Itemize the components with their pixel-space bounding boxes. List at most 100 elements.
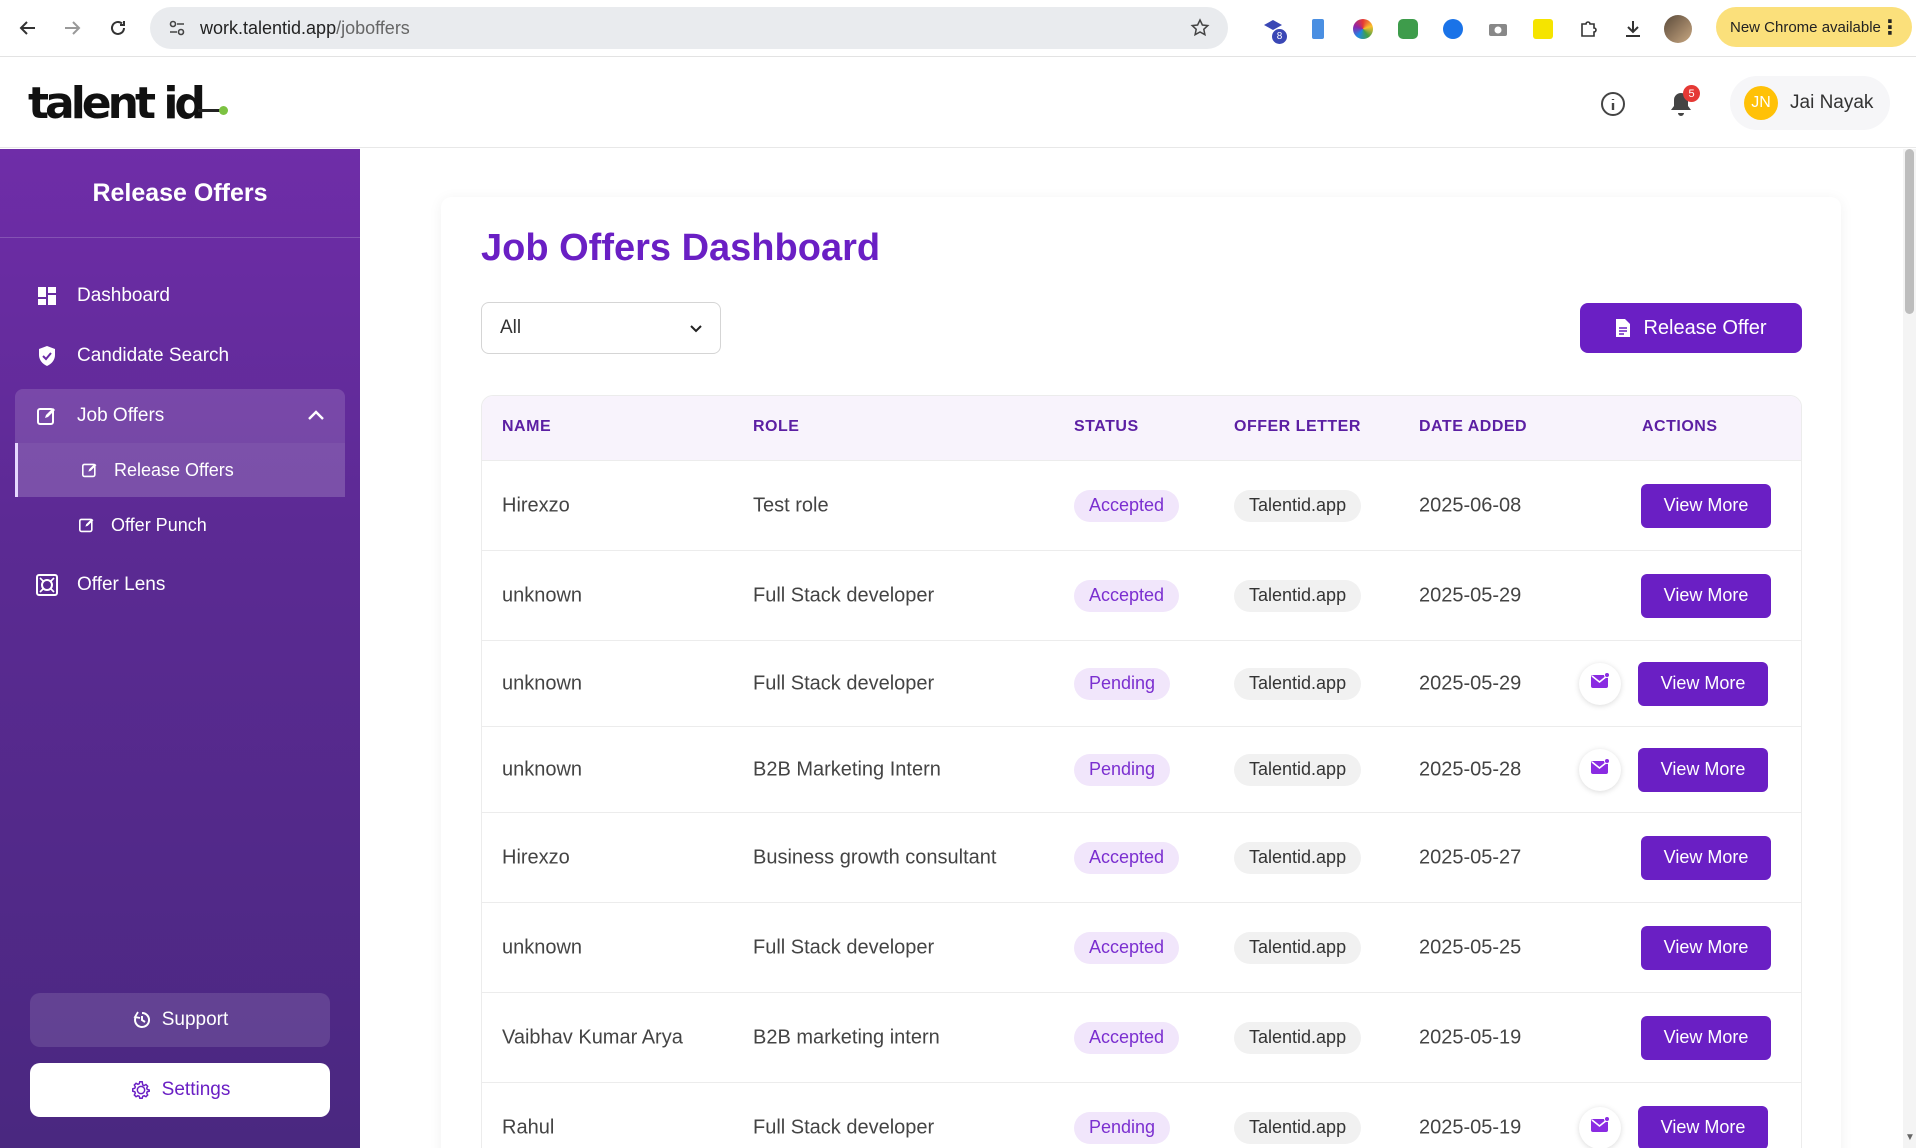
bell-icon[interactable]: 5 — [1664, 85, 1700, 121]
settings-button[interactable]: Settings — [30, 1063, 330, 1117]
address-bar[interactable]: work.talentid.app/joboffers — [150, 7, 1228, 49]
extension-badge: 8 — [1272, 29, 1287, 44]
cell-role: B2B Marketing Intern — [753, 758, 941, 780]
cell-date-added: 2025-05-29 — [1419, 672, 1522, 694]
cell-role: B2B marketing intern — [753, 1026, 940, 1048]
status-badge: Accepted — [1074, 931, 1180, 964]
reload-icon[interactable] — [96, 6, 140, 50]
view-more-button[interactable]: View More — [1641, 835, 1771, 880]
offer-letter-badge[interactable]: Talentid.app — [1234, 1021, 1362, 1054]
user-menu[interactable]: JN Jai Nayak — [1730, 76, 1890, 130]
mail-icon — [1590, 672, 1610, 695]
sidebar-item-label: Offer Lens — [77, 574, 166, 595]
job-offers-table: NAME ROLE STATUS OFFER LETTER DATE ADDED… — [481, 395, 1802, 1148]
table-row: Hirexzo Business growth consultant Accepte… — [482, 812, 1801, 902]
offer-letter-badge[interactable]: Talentid.app — [1234, 931, 1362, 964]
table-row: unknown Full Stack developer Accepted Talen… — [482, 902, 1801, 992]
extension-colorwheel-icon[interactable] — [1340, 12, 1385, 46]
forward-icon[interactable] — [50, 6, 94, 50]
view-more-button[interactable]: View More — [1641, 483, 1771, 528]
camera-icon[interactable] — [1475, 12, 1520, 46]
view-more-button[interactable]: View More — [1641, 573, 1771, 618]
extension-asterisk-icon[interactable] — [1520, 12, 1565, 46]
status-badge: Accepted — [1074, 579, 1180, 612]
edit-icon — [35, 404, 59, 428]
cell-name: Hirexzo — [502, 846, 570, 868]
view-more-button[interactable]: View More — [1638, 1105, 1768, 1148]
status-badge: Accepted — [1074, 489, 1180, 522]
view-more-button[interactable]: View More — [1641, 1015, 1771, 1060]
mail-icon — [1590, 758, 1610, 781]
support-label: Support — [161, 1009, 229, 1030]
info-icon[interactable] — [1596, 87, 1630, 121]
user-name: Jai Nayak — [1790, 92, 1874, 113]
offer-letter-badge[interactable]: Talentid.app — [1234, 667, 1362, 700]
offer-letter-badge[interactable]: Talentid.app — [1234, 489, 1362, 522]
sidebar-item-offer-lens[interactable]: Offer Lens — [15, 558, 345, 612]
profile-avatar-icon[interactable] — [1655, 12, 1700, 46]
offer-letter-badge[interactable]: Talentid.app — [1234, 579, 1362, 612]
offer-letter-badge[interactable]: Talentid.app — [1234, 841, 1362, 874]
chrome-update-button[interactable]: New Chrome available ⋮ — [1716, 7, 1912, 47]
scroll-down-arrow-icon[interactable]: ▼ — [1904, 1132, 1916, 1144]
sidebar-item-label: Offer Punch — [111, 514, 207, 535]
table-row: unknown Full Stack developer Accepted Talen… — [482, 550, 1801, 640]
view-more-button[interactable]: View More — [1638, 747, 1768, 792]
status-badge: Accepted — [1074, 841, 1180, 874]
release-offer-button[interactable]: Release Offer — [1580, 303, 1802, 353]
sidebar: Release Offers Dashboard Candidate Searc… — [0, 149, 360, 1148]
mail-icon — [1590, 1116, 1610, 1139]
send-reminder-button[interactable] — [1579, 1106, 1621, 1148]
back-icon[interactable] — [6, 6, 50, 50]
extensions-bar: 8 — [1250, 12, 1700, 46]
page-title: Job Offers Dashboard — [481, 227, 881, 269]
sidebar-item-candidate-search[interactable]: Candidate Search — [15, 329, 345, 383]
edit-icon — [80, 460, 100, 480]
edit-icon — [77, 515, 97, 535]
table-row: unknown Full Stack developer Pending Talent… — [482, 640, 1801, 726]
kebab-menu-icon[interactable]: ⋮ — [1880, 15, 1900, 40]
status-filter-select[interactable]: All — [481, 302, 721, 354]
talentid-logo[interactable]: talent id — [28, 78, 228, 129]
sidebar-item-job-offers[interactable]: Job Offers — [15, 389, 345, 443]
shield-icon — [35, 344, 59, 368]
bookmark-star-icon[interactable] — [1188, 16, 1212, 40]
extension-stack-icon[interactable]: 8 — [1250, 12, 1295, 46]
status-badge: Pending — [1074, 667, 1171, 700]
cell-date-added: 2025-05-27 — [1419, 846, 1522, 868]
view-more-button[interactable]: View More — [1638, 661, 1768, 706]
scrollbar-thumb[interactable] — [1905, 149, 1914, 314]
filter-value: All — [500, 317, 522, 338]
extension-robot-icon[interactable] — [1385, 12, 1430, 46]
lens-icon — [35, 573, 59, 597]
extension-c-icon[interactable] — [1430, 12, 1475, 46]
offer-letter-badge[interactable]: Talentid.app — [1234, 753, 1362, 786]
url-text: work.talentid.app/joboffers — [200, 17, 410, 38]
cell-name: unknown — [502, 758, 583, 780]
chevron-up-icon[interactable] — [307, 405, 325, 427]
support-button[interactable]: Support — [30, 993, 330, 1047]
column-header-status: STATUS — [1074, 418, 1139, 435]
cell-role: Full Stack developer — [753, 584, 935, 606]
sidebar-item-offer-punch[interactable]: Offer Punch — [15, 498, 345, 552]
sidebar-item-label: Release Offers — [114, 459, 234, 480]
extension-phone-icon[interactable] — [1295, 12, 1340, 46]
sidebar-item-label: Job Offers — [77, 405, 165, 426]
table-row: Rahul Full Stack developer Pending Talentid… — [482, 1082, 1801, 1148]
sidebar-item-release-offers[interactable]: Release Offers — [15, 443, 345, 497]
status-badge: Pending — [1074, 753, 1171, 786]
table-row: Vaibhav Kumar Arya B2B marketing intern Ac… — [482, 992, 1801, 1082]
cell-date-added: 2025-05-19 — [1419, 1026, 1522, 1048]
send-reminder-button[interactable] — [1579, 662, 1621, 705]
release-offer-label: Release Offer — [1643, 316, 1767, 339]
sidebar-item-dashboard[interactable]: Dashboard — [15, 269, 345, 323]
browser-toolbar: work.talentid.app/joboffers 8 New Chrome… — [0, 0, 1916, 57]
send-reminder-button[interactable] — [1579, 748, 1621, 791]
offer-letter-badge[interactable]: Talentid.app — [1234, 1111, 1362, 1144]
cell-name: Hirexzo — [502, 494, 570, 516]
site-settings-icon[interactable] — [166, 17, 188, 39]
puzzle-icon[interactable] — [1565, 12, 1610, 46]
download-icon[interactable] — [1610, 12, 1655, 46]
cell-role: Test role — [753, 494, 829, 516]
view-more-button[interactable]: View More — [1641, 925, 1771, 970]
